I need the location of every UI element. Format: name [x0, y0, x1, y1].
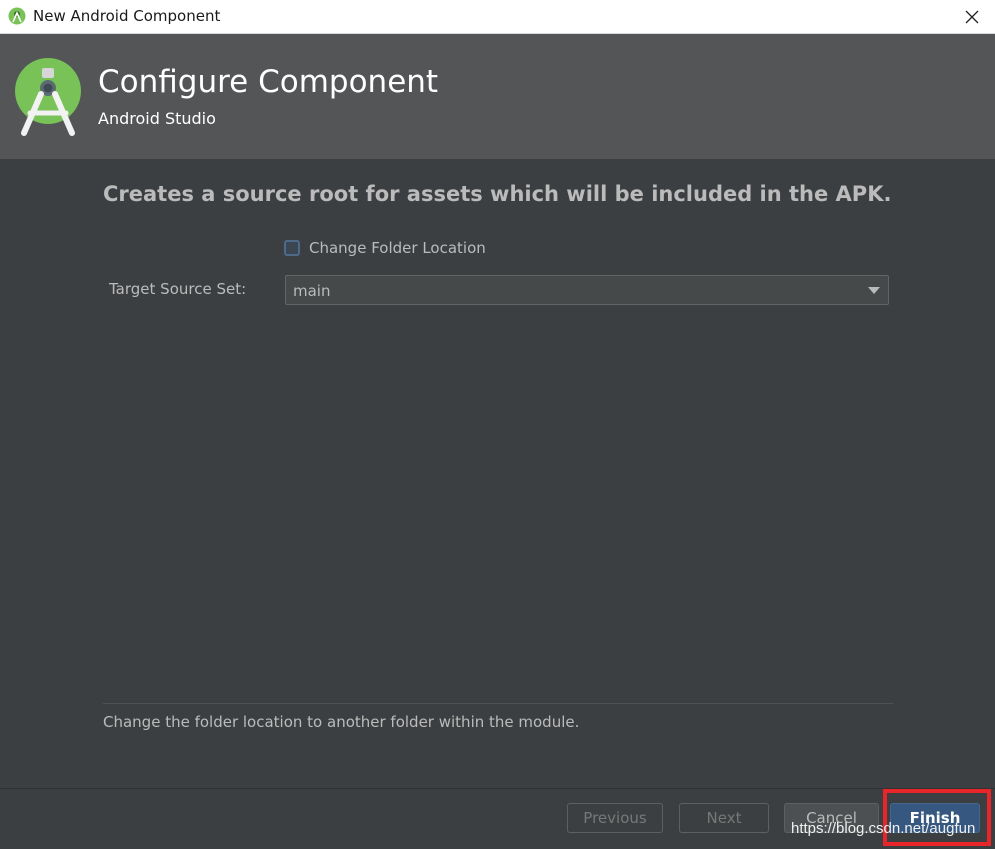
android-studio-logo-icon [15, 58, 81, 136]
dialog-window: New Android Component Configure Componen… [0, 0, 995, 849]
target-source-set-label: Target Source Set: [109, 280, 247, 298]
dropdown-arrow-icon [868, 287, 880, 294]
target-source-set-dropdown[interactable]: main [285, 275, 889, 305]
close-icon [965, 10, 979, 23]
target-source-set-value: main [293, 282, 331, 300]
change-folder-location-checkbox[interactable] [284, 240, 300, 256]
footer-divider [0, 788, 995, 789]
component-description: Creates a source root for assets which w… [103, 182, 892, 206]
close-button[interactable] [949, 0, 995, 33]
window-title: New Android Component [33, 7, 221, 25]
previous-button[interactable]: Previous [567, 803, 663, 833]
help-divider [103, 703, 893, 704]
change-folder-location-option[interactable]: Change Folder Location [284, 238, 486, 258]
watermark-text: https://blog.csdn.net/augfun [791, 820, 976, 837]
page-title: Configure Component [98, 64, 439, 100]
wizard-header: Configure Component Android Studio [0, 34, 995, 159]
title-bar: New Android Component [0, 0, 995, 34]
change-folder-location-label[interactable]: Change Folder Location [309, 239, 486, 257]
android-studio-app-icon [8, 7, 26, 25]
next-button[interactable]: Next [679, 803, 769, 833]
help-text: Change the folder location to another fo… [103, 713, 580, 731]
page-subtitle: Android Studio [98, 109, 216, 128]
